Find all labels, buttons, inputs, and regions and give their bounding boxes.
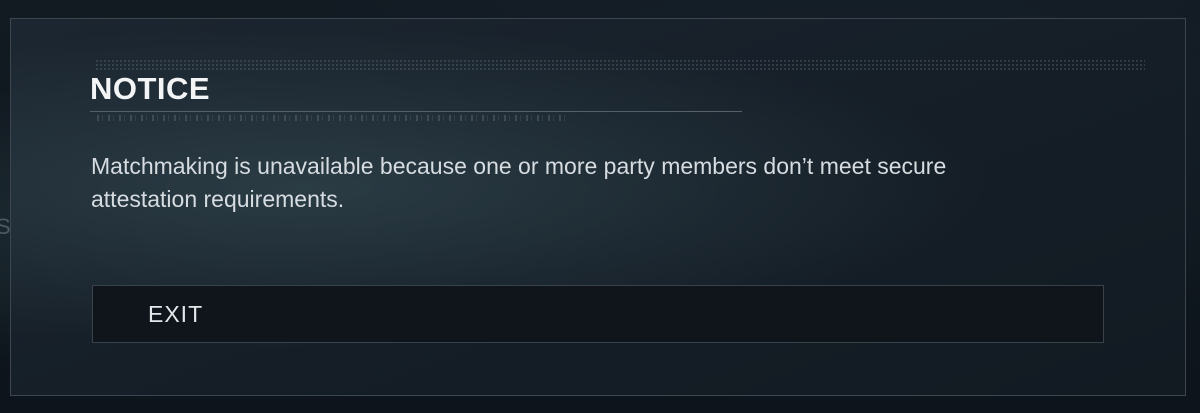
notice-dialog: NOTICE Matchmaking is unavailable becaus… — [10, 18, 1186, 396]
exit-button[interactable]: EXIT — [92, 285, 1104, 343]
exit-button-label: EXIT — [148, 301, 204, 327]
title-divider — [90, 111, 742, 112]
dialog-message: Matchmaking is unavailable because one o… — [91, 153, 947, 212]
dotted-decoration — [95, 59, 1145, 71]
decorative-scanline — [97, 115, 567, 121]
dialog-title: NOTICE — [90, 71, 211, 106]
